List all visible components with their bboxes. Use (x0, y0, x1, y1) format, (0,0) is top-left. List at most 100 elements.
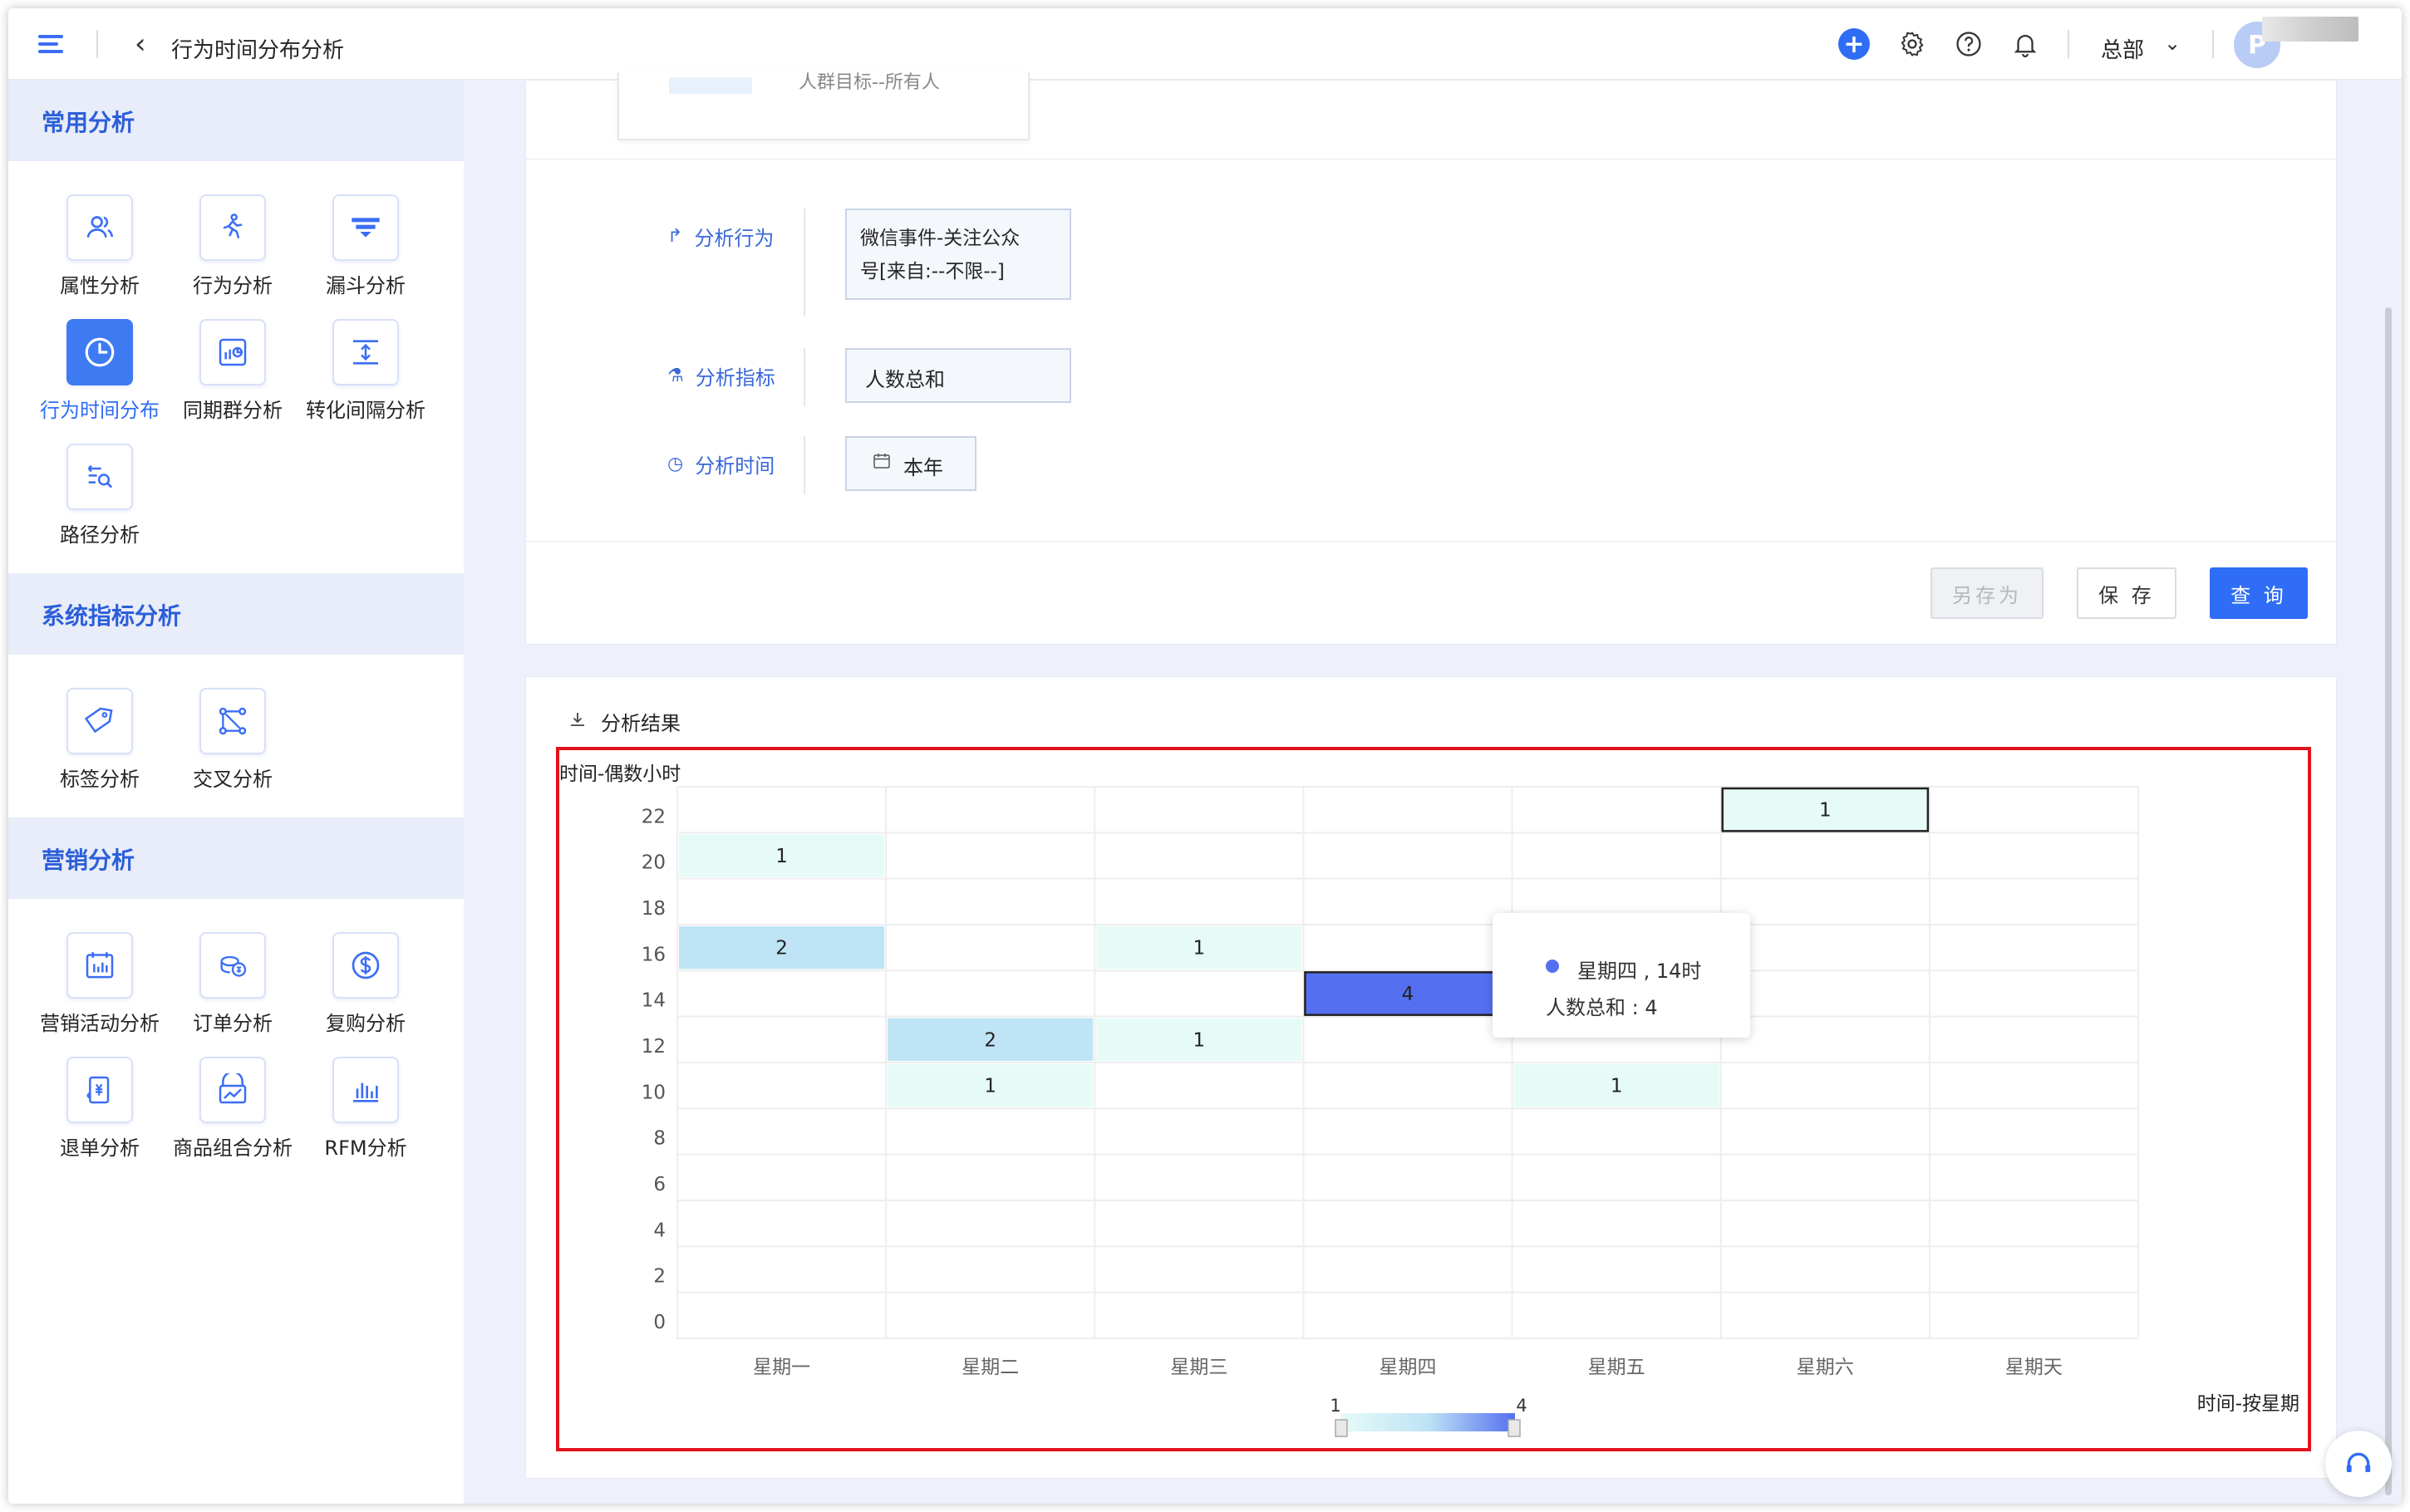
calendar-icon (872, 451, 892, 489)
tooltip-value: 人数总和 : 4 (1546, 996, 1658, 1019)
metric-label-text: 分析指标 (695, 366, 775, 390)
cell-value-label: 1 (775, 846, 788, 867)
visual-map-bar[interactable] (1340, 1413, 1515, 1431)
visual-map-handle-min[interactable] (1335, 1419, 1348, 1437)
x-tick-label: 星期四 (1380, 1357, 1437, 1378)
divider (526, 159, 2338, 160)
metric-row-label: ⚗ 分析指标 (667, 361, 775, 390)
path-search-icon (66, 444, 133, 510)
tile-label: 交叉分析 (193, 768, 273, 791)
org-selector[interactable]: 总部 (2101, 33, 2144, 64)
interval-icon (332, 319, 399, 385)
y-axis-title: 时间-偶数小时 (559, 763, 681, 785)
time-field[interactable]: 本年 (845, 436, 976, 491)
nav-behavior-time-distribution[interactable]: 行为时间分布 (33, 319, 166, 435)
nav-behavior-analysis[interactable]: 行为分析 (166, 194, 299, 311)
x-tick-label: 星期三 (1170, 1357, 1227, 1378)
behavior-label-text: 分析行为 (694, 227, 775, 250)
nav-bundle-analysis[interactable]: 商品组合分析 (166, 1057, 299, 1173)
save-as-button[interactable]: 另存为 (1930, 567, 2044, 619)
y-tick-label: 20 (642, 852, 666, 874)
nav-marketing-campaign[interactable]: 营销活动分析 (33, 932, 166, 1048)
nav-refund-analysis[interactable]: 退单分析 (33, 1057, 166, 1173)
nav-order-analysis[interactable]: 订单分析 (166, 932, 299, 1048)
crowd-target-text: 人群目标--所有人 (799, 72, 940, 93)
y-tick-label: 14 (642, 990, 666, 1012)
chevron-down-icon[interactable]: ⌄ (2164, 32, 2181, 55)
add-icon[interactable]: + (1838, 28, 1870, 60)
y-tick-label: 10 (642, 1082, 666, 1103)
heatmap-chart[interactable]: 1 1 2 1 4 2 1 1 1 0 2 4 6 8 10 12 14 16 18 20 22 时间-偶数小时 星期一 星期… (559, 750, 2308, 1451)
time-label-text: 分析时间 (695, 454, 775, 478)
calendar-icon (66, 932, 133, 999)
y-tick-label: 16 (642, 944, 666, 965)
app-window: ‹ 行为时间分布分析 + 总部 ⌄ P 常用分析 属性分析 行为分析 漏斗分析 … (8, 8, 2402, 1504)
visual-map-handle-max[interactable] (1507, 1419, 1521, 1437)
nav-attribute-analysis[interactable]: 属性分析 (33, 194, 166, 311)
divider (2212, 30, 2214, 58)
cell-value-label: 1 (1819, 800, 1832, 822)
behavior-value-line2: 号[来自:--不限--] (860, 261, 1005, 282)
behavior-field[interactable]: 微信事件-关注公众 号[来自:--不限--] (845, 209, 1071, 300)
heatmap-svg[interactable]: 112 142 11 10246810121416182022时间-偶数小时星期一 星期… (559, 750, 2308, 1448)
x-tick-label: 星期天 (2005, 1357, 2063, 1378)
y-tick-label: 2 (653, 1266, 666, 1288)
nav-funnel-analysis[interactable]: 漏斗分析 (299, 194, 432, 311)
bell-icon[interactable] (2009, 28, 2041, 60)
behavior-icon (199, 194, 266, 261)
cell-value-label: 1 (1611, 1076, 1623, 1097)
time-row-label: ◷ 分析时间 (667, 449, 775, 479)
gear-icon[interactable] (1896, 28, 1928, 60)
cell-value-label: 4 (1402, 984, 1414, 1005)
save-button[interactable]: 保 存 (2077, 567, 2176, 619)
cell-value-label: 2 (775, 938, 788, 960)
scrollbar[interactable] (2385, 307, 2392, 1495)
crowd-target-card[interactable]: 人群目标--所有人 (617, 72, 1030, 140)
metric-field[interactable]: 人数总和 (845, 348, 1071, 403)
nav-path-analysis[interactable]: 路径分析 (33, 444, 166, 560)
cell-value-label: 1 (984, 1076, 996, 1097)
download-icon[interactable] (568, 709, 588, 734)
x-tick-label: 星期一 (753, 1357, 810, 1378)
metric-icon: ⚗ (667, 366, 684, 386)
cell-value-label: 1 (1193, 938, 1206, 960)
x-tick-label: 星期五 (1588, 1357, 1645, 1378)
divider (804, 348, 805, 406)
nav-conversion-interval[interactable]: 转化间隔分析 (299, 319, 432, 435)
result-title: 分析结果 (601, 712, 681, 735)
y-tick-label: 22 (642, 806, 666, 827)
sidebar: 常用分析 属性分析 行为分析 漏斗分析 行为时间分布 同期群分析 转化间隔分析 … (8, 80, 464, 1504)
nav-cohort-analysis[interactable]: 同期群分析 (166, 319, 299, 435)
funnel-icon (332, 194, 399, 261)
nav-repurchase-analysis[interactable]: 复购分析 (299, 932, 432, 1048)
back-chevron-icon[interactable]: ‹ (135, 30, 146, 58)
result-header: 分析结果 (568, 707, 681, 736)
filter-panel: 人群目标--所有人 ↱ 分析行为 微信事件-关注公众 号[来自:--不限--] … (525, 72, 2338, 645)
tile-label: 转化间隔分析 (306, 399, 425, 422)
tooltip-series-dot (1546, 960, 1559, 973)
section-header-common: 常用分析 (8, 80, 464, 161)
tooltip-title: 星期四 , 14时 (1577, 960, 1702, 983)
nav-rfm-analysis[interactable]: RFM分析 (299, 1057, 432, 1173)
clock-icon (66, 319, 133, 385)
tile-label: 复购分析 (326, 1012, 406, 1035)
x-tick-label: 星期六 (1797, 1357, 1854, 1378)
visual-map-max-label: 4 (1516, 1396, 1527, 1416)
query-button[interactable]: 查 询 (2210, 567, 2308, 619)
cohort-chart-icon (199, 319, 266, 385)
behavior-value-line1: 微信事件-关注公众 (860, 228, 1021, 249)
top-bar: ‹ 行为时间分布分析 + 总部 ⌄ P (8, 8, 2402, 80)
behavior-icon: ↱ (667, 226, 683, 247)
y-tick-label: 18 (642, 898, 666, 920)
nav-tag-analysis[interactable]: 标签分析 (33, 688, 166, 804)
chart-highlight-box: 1 1 2 1 4 2 1 1 1 0 2 4 6 8 10 12 14 16 18 20 22 时间-偶数小时 星期一 星期… (556, 747, 2311, 1451)
bundle-icon (199, 1057, 266, 1123)
order-icon (199, 932, 266, 999)
users-icon (66, 194, 133, 261)
help-icon[interactable] (1953, 28, 1985, 60)
section-header-marketing: 营销分析 (8, 817, 464, 899)
nav-cross-analysis[interactable]: 交叉分析 (166, 688, 299, 804)
page-title: 行为时间分布分析 (171, 38, 345, 63)
customer-support-icon[interactable] (2325, 1431, 2392, 1497)
menu-toggle-icon[interactable] (38, 32, 71, 56)
